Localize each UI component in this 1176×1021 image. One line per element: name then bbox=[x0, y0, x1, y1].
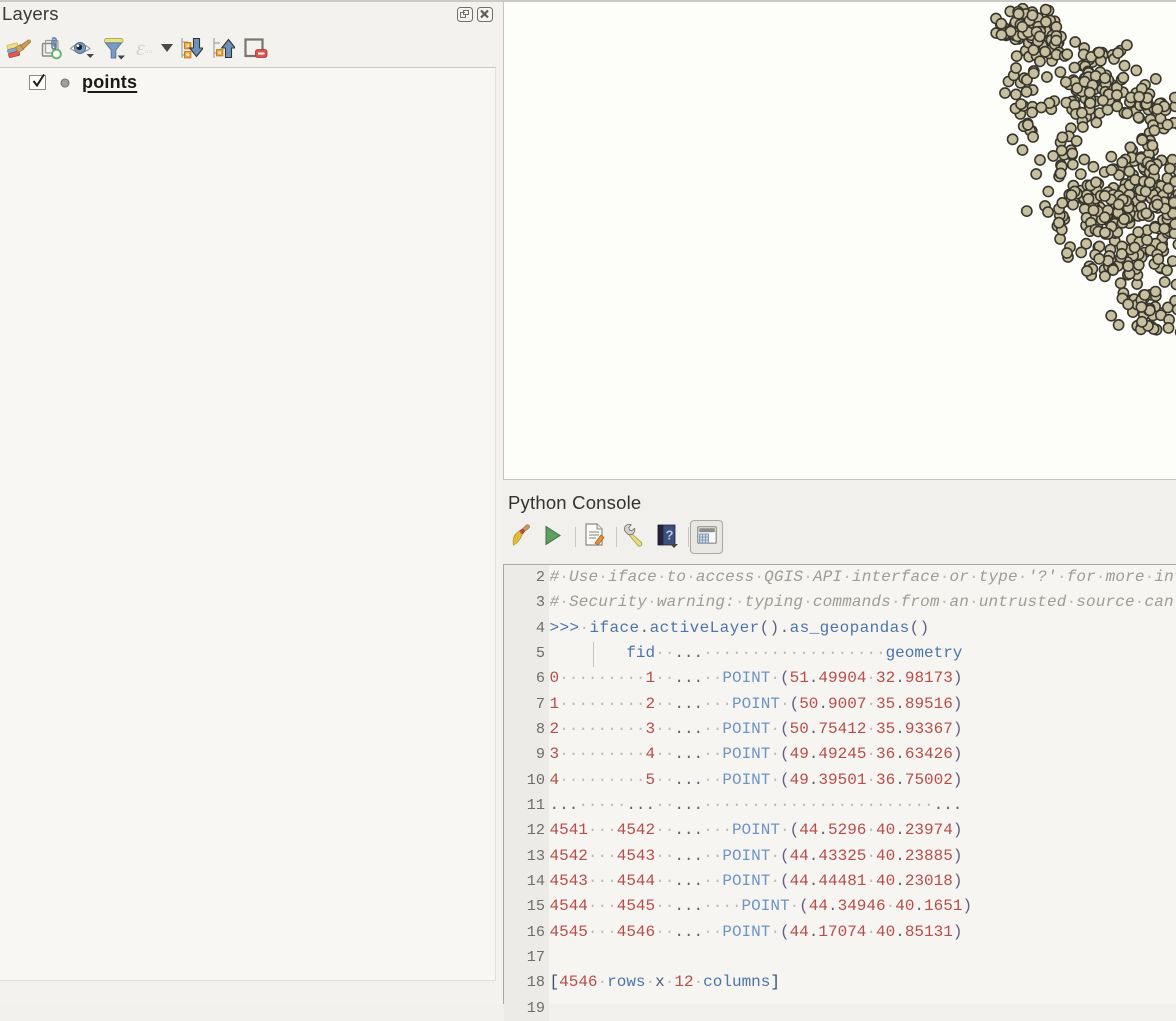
svg-text:?: ? bbox=[666, 528, 674, 543]
